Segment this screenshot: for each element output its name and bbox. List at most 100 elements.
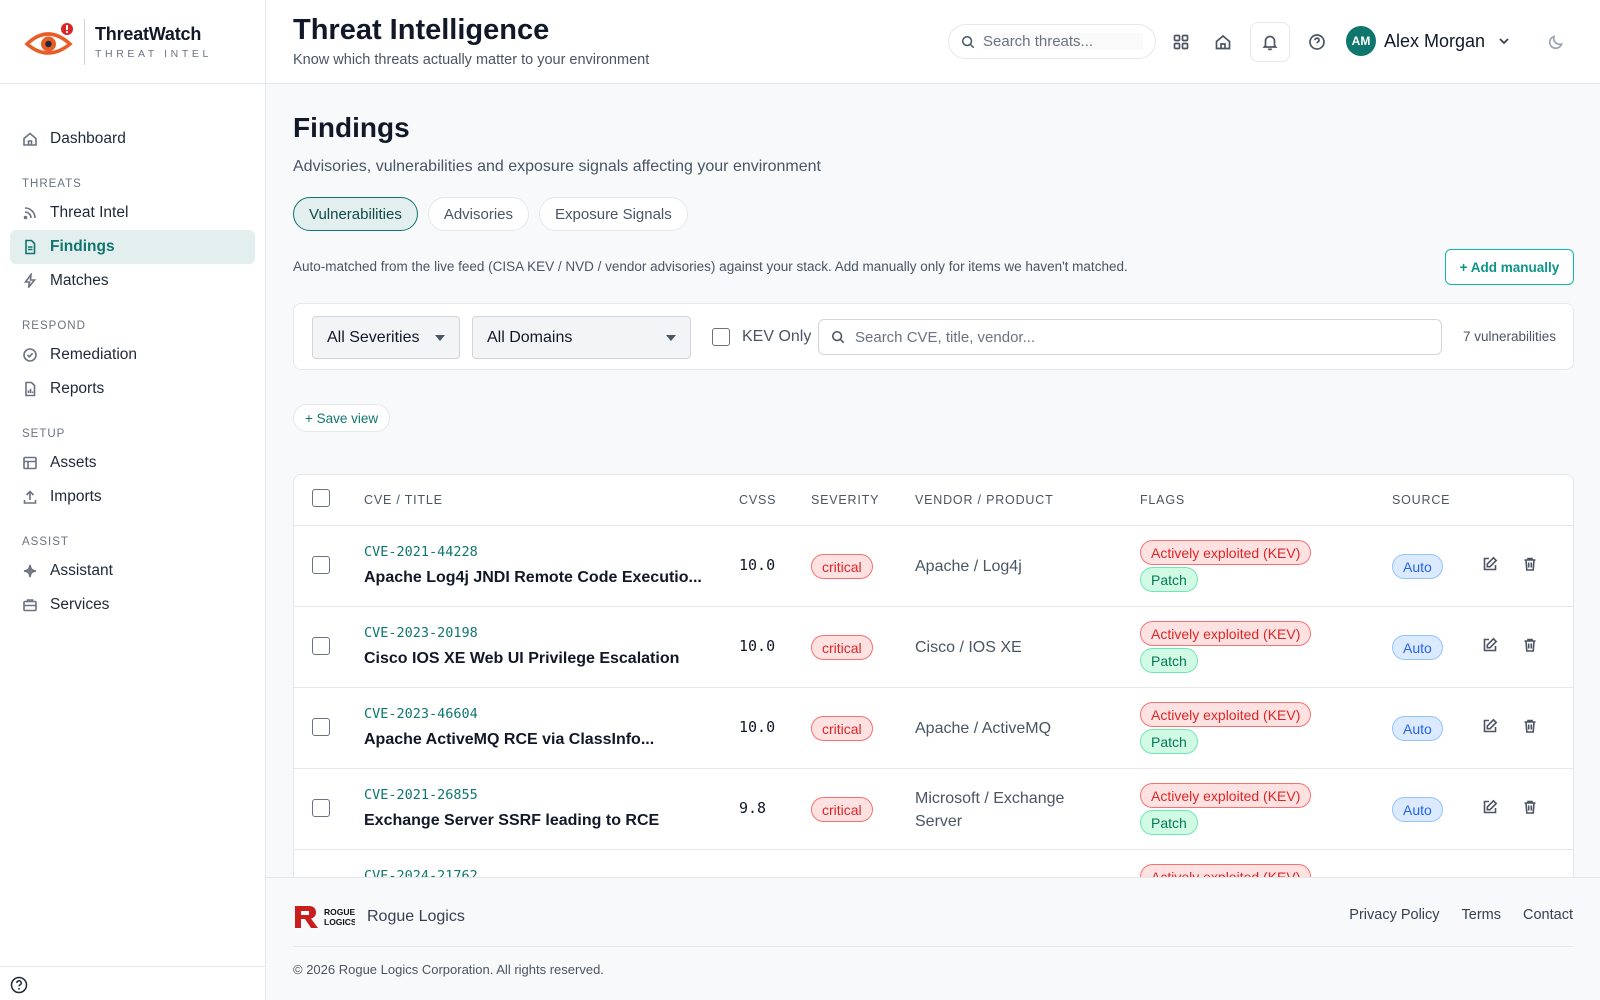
- tab-vulnerabilities[interactable]: Vulnerabilities: [293, 197, 418, 231]
- kev-only-checkbox[interactable]: [712, 328, 730, 346]
- sidebar-item-services[interactable]: Services: [10, 588, 255, 622]
- kev-flag-badge: Actively exploited (KEV): [1140, 540, 1312, 565]
- select-all-checkbox[interactable]: [312, 489, 330, 507]
- table-row[interactable]: CVE-2021-26855 Exchange Server SSRF lead…: [294, 769, 1573, 850]
- edit-icon: [1483, 718, 1498, 733]
- cve-title[interactable]: Apache Log4j JNDI Remote Code Executio..…: [364, 569, 702, 587]
- cve-id-link[interactable]: CVE-2024-21762: [364, 868, 478, 877]
- question-icon: [1309, 34, 1325, 50]
- sidebar-item-dashboard[interactable]: Dashboard: [10, 122, 255, 156]
- col-vendor[interactable]: VENDOR / PRODUCT: [915, 493, 1054, 507]
- main-content: Findings Advisories, vulnerabilities and…: [266, 84, 1600, 877]
- home-button[interactable]: [1203, 22, 1243, 62]
- user-menu[interactable]: AM Alex Morgan: [1346, 26, 1511, 56]
- findings-search-input[interactable]: [855, 328, 1415, 346]
- severity-select[interactable]: All Severities: [312, 316, 460, 359]
- footer-links: Privacy Policy Terms Contact: [1349, 907, 1573, 923]
- delete-button[interactable]: [1522, 556, 1540, 574]
- table-row[interactable]: CVE-2024-21762 Actively exploited (KEV): [294, 850, 1573, 877]
- feed-note: Auto-matched from the live feed (CISA KE…: [293, 259, 1128, 274]
- row-checkbox[interactable]: [312, 637, 330, 655]
- row-checkbox[interactable]: [312, 718, 330, 736]
- cvss-score: 10.0: [739, 718, 776, 736]
- row-checkbox[interactable]: [312, 799, 330, 817]
- kev-only-toggle[interactable]: KEV Only: [712, 328, 811, 346]
- page-footer: ROGUE LOGICS Rogue Logics Privacy Policy…: [266, 877, 1600, 1000]
- sidebar-item-label: Threat Intel: [50, 204, 129, 221]
- col-cve[interactable]: CVE / TITLE: [364, 493, 443, 507]
- apps-grid-button[interactable]: [1161, 22, 1201, 62]
- cve-title[interactable]: Exchange Server SSRF leading to RCE: [364, 812, 659, 830]
- company-logo[interactable]: ROGUE LOGICS Rogue Logics: [293, 902, 465, 932]
- notifications-button[interactable]: [1250, 22, 1290, 62]
- domain-select[interactable]: All Domains: [472, 316, 691, 359]
- add-manually-button[interactable]: + Add manually: [1445, 249, 1574, 285]
- grid-icon: [1173, 34, 1189, 50]
- cve-title[interactable]: Cisco IOS XE Web UI Privilege Escalation: [364, 650, 679, 668]
- edit-button[interactable]: [1482, 799, 1500, 817]
- sidebar-item-assets[interactable]: Assets: [10, 446, 255, 480]
- sidebar-item-label: Assistant: [50, 562, 113, 579]
- edit-button[interactable]: [1482, 718, 1500, 736]
- home-icon: [23, 132, 37, 146]
- brand-logo[interactable]: ThreatWatch THREAT INTEL: [0, 0, 265, 84]
- save-view-button[interactable]: + Save view: [293, 404, 391, 432]
- table-row[interactable]: CVE-2023-46604 Apache ActiveMQ RCE via C…: [294, 688, 1573, 769]
- col-cvss[interactable]: CVSS: [739, 493, 776, 507]
- cve-id-link[interactable]: CVE-2021-44228: [364, 544, 478, 560]
- trash-icon: [1524, 638, 1536, 652]
- sidebar-item-remediation[interactable]: Remediation: [10, 338, 255, 372]
- cve-title[interactable]: Apache ActiveMQ RCE via ClassInfo...: [364, 731, 654, 749]
- search-icon: [961, 35, 975, 48]
- cve-id-link[interactable]: CVE-2023-46604: [364, 706, 478, 722]
- sidebar-item-label: Imports: [50, 488, 102, 505]
- nav-section-threats: THREATS: [22, 178, 82, 190]
- page-title: Findings: [293, 112, 410, 143]
- caret-down-icon: [435, 335, 445, 341]
- tab-exposure-signals[interactable]: Exposure Signals: [539, 197, 688, 231]
- svg-text:LOGICS: LOGICS: [324, 917, 355, 927]
- vendor-product: Apache / ActiveMQ: [915, 720, 1052, 737]
- brand-name: ThreatWatch: [95, 23, 202, 44]
- terms-link[interactable]: Terms: [1462, 907, 1501, 923]
- delete-button[interactable]: [1522, 637, 1540, 655]
- sidebar-item-label: Services: [50, 596, 110, 613]
- delete-button[interactable]: [1522, 718, 1540, 736]
- edit-button[interactable]: [1482, 637, 1500, 655]
- sidebar-item-assistant[interactable]: Assistant: [10, 554, 255, 588]
- sidebar-item-reports[interactable]: Reports: [10, 372, 255, 406]
- source-badge: Auto: [1392, 635, 1443, 660]
- page-subtitle: Advisories, vulnerabilities and exposure…: [293, 158, 821, 175]
- edit-button[interactable]: [1482, 556, 1500, 574]
- delete-button[interactable]: [1522, 799, 1540, 817]
- vulnerabilities-table: CVE / TITLE CVSS SEVERITY VENDOR / PRODU…: [293, 474, 1574, 877]
- help-button[interactable]: [1297, 22, 1337, 62]
- header-search-input[interactable]: [983, 33, 1143, 50]
- table-row[interactable]: CVE-2021-44228 Apache Log4j JNDI Remote …: [294, 526, 1573, 607]
- table-row[interactable]: CVE-2023-20198 Cisco IOS XE Web UI Privi…: [294, 607, 1573, 688]
- source-badge: Auto: [1392, 716, 1443, 741]
- sidebar-item-matches[interactable]: Matches: [10, 264, 255, 298]
- svg-text:ROGUE: ROGUE: [324, 907, 355, 917]
- cve-id-link[interactable]: CVE-2023-20198: [364, 625, 478, 641]
- sidebar-item-imports[interactable]: Imports: [10, 480, 255, 514]
- top-header: Threat Intelligence Know which threats a…: [266, 0, 1600, 84]
- theme-toggle-button[interactable]: [1536, 22, 1576, 62]
- trash-icon: [1524, 800, 1536, 814]
- col-severity[interactable]: SEVERITY: [811, 493, 879, 507]
- footer-divider: [293, 946, 1573, 947]
- moon-icon: [1548, 35, 1563, 50]
- cve-id-link[interactable]: CVE-2021-26855: [364, 787, 478, 803]
- privacy-policy-link[interactable]: Privacy Policy: [1349, 907, 1439, 923]
- tab-advisories[interactable]: Advisories: [427, 197, 530, 231]
- col-source[interactable]: SOURCE: [1392, 493, 1450, 507]
- bolt-icon: [23, 273, 37, 288]
- eye-logo-icon: [24, 22, 78, 62]
- row-checkbox[interactable]: [312, 556, 330, 574]
- table-icon: [23, 456, 37, 470]
- help-icon[interactable]: [10, 976, 28, 994]
- sidebar: ThreatWatch THREAT INTEL Dashboard THREA…: [0, 0, 266, 1000]
- sidebar-item-findings[interactable]: Findings: [10, 230, 255, 264]
- sidebar-item-threat-intel[interactable]: Threat Intel: [10, 196, 255, 230]
- contact-link[interactable]: Contact: [1523, 907, 1573, 923]
